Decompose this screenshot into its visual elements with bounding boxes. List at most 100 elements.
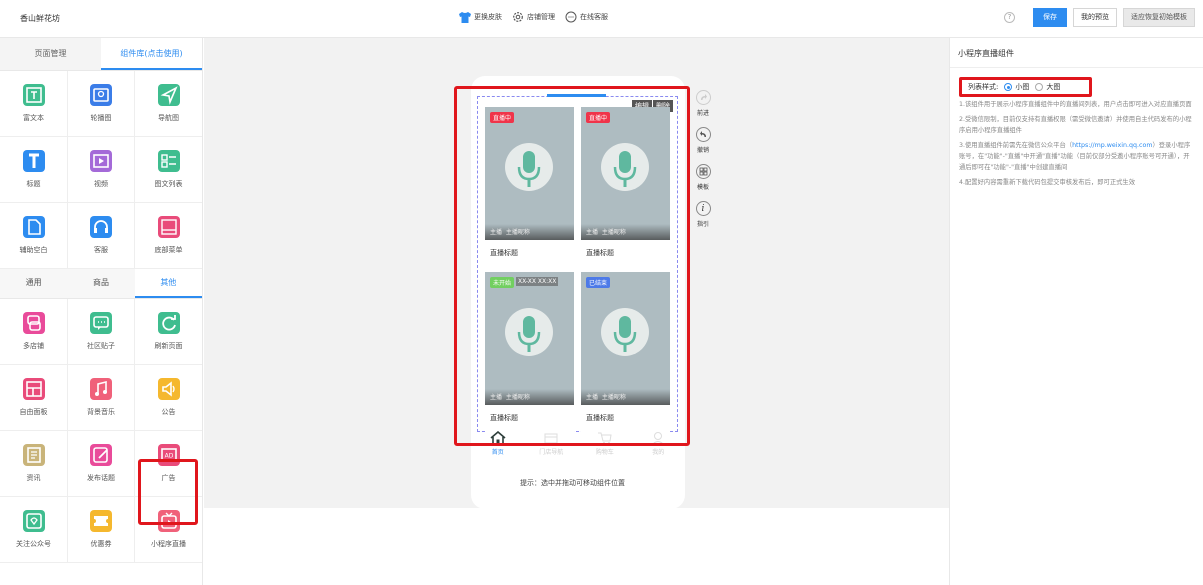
component-refresh[interactable]: 刷新页面: [135, 299, 202, 365]
news-icon: [22, 444, 45, 466]
refresh-icon: [157, 312, 180, 334]
component-label: 图文列表: [154, 180, 183, 188]
shirt-icon: [459, 11, 471, 23]
top-bar: 香山鲜花坊 更换皮肤 店铺管理 在线客服 ? 保存 我的预览 适应恢复初始模板: [0, 0, 1203, 38]
canvas-side-tools: 前进 撤销 模板 i 指引: [693, 90, 713, 238]
headset-icon: [90, 216, 112, 238]
change-skin-button[interactable]: 更换皮肤: [459, 11, 502, 23]
tab-goods[interactable]: 商品: [67, 269, 135, 298]
tab-page-manage[interactable]: 页面管理: [0, 38, 101, 70]
option-large-label[interactable]: 大图: [1046, 82, 1060, 92]
drag-hint: 提示：选中并拖动可移动组件位置: [520, 479, 625, 487]
my-preview-button[interactable]: 我的预览: [1073, 8, 1117, 27]
navigation-icon: [157, 84, 180, 106]
online-service-button[interactable]: 在线客服: [565, 11, 608, 23]
component-coupon[interactable]: 优惠券: [68, 497, 135, 563]
note-1: 1.该组件用于展示小程序直播组件中的直播间列表，用户点击即可进入对应直播页面: [959, 101, 1192, 108]
top-actions: ? 保存 我的预览 适应恢复初始模板: [1004, 8, 1195, 27]
component-image-list[interactable]: 图文列表: [135, 137, 202, 203]
tool-guide[interactable]: i 指引: [693, 201, 713, 228]
reset-template-button[interactable]: 适应恢复初始模板: [1123, 8, 1195, 27]
note-2: 2.受微信限制，目前仅支持有直播权限（需受微信邀请）并使用自主代码发布的小程序启…: [959, 116, 1192, 134]
component-title[interactable]: 标题: [0, 137, 68, 203]
component-label: 富文本: [23, 114, 44, 122]
note-4: 4.配置好内容需重新下载代码包提交审核发布后，即可正式生效: [959, 179, 1136, 186]
component-label: 公告: [161, 408, 176, 416]
redo-icon: [695, 90, 711, 105]
component-label: 多店铺: [23, 342, 44, 350]
multi-store-icon: [22, 312, 45, 334]
follow-icon: [22, 510, 45, 532]
announcement-icon: [157, 378, 180, 400]
component-label: 刷新页面: [154, 342, 183, 350]
free-panel-icon: [22, 378, 45, 400]
component-label: 轮播图: [90, 114, 112, 122]
component-label: 背景音乐: [87, 408, 115, 416]
info-icon: i: [695, 201, 711, 216]
component-community[interactable]: 社区贴子: [68, 299, 135, 365]
component-label: 社区贴子: [87, 342, 115, 350]
component-label: 辅助空白: [19, 246, 48, 254]
carousel-icon: [90, 84, 112, 106]
rich-text-icon: [22, 84, 45, 106]
component-blank[interactable]: 辅助空白: [0, 203, 68, 269]
tool-undo-label: 撤销: [696, 147, 709, 154]
component-carousel[interactable]: 轮播图: [68, 71, 135, 137]
save-button[interactable]: 保存: [1033, 8, 1067, 27]
component-follow[interactable]: 关注公众号: [0, 497, 68, 563]
radio-large-image[interactable]: [1035, 83, 1044, 91]
component-bottom-menu[interactable]: 底部菜单: [135, 203, 202, 269]
tool-template[interactable]: 模板: [693, 164, 713, 191]
nav-mine-label: 我的: [652, 449, 665, 456]
radio-small-image[interactable]: [1004, 83, 1013, 91]
note-3-start: 3.使用直播组件前需先在微信公众平台（: [959, 142, 1073, 149]
component-label: 小程序直播: [151, 540, 186, 548]
highlight-live-component: [138, 459, 198, 525]
component-free-panel[interactable]: 自由面板: [0, 365, 68, 431]
component-label: 底部菜单: [154, 246, 183, 254]
usage-notes: 1.该组件用于展示小程序直播组件中的直播间列表，用户点击即可进入对应直播页面 2…: [959, 99, 1195, 192]
component-edit-topic[interactable]: 发布话题: [68, 431, 135, 497]
undo-icon: [695, 127, 711, 142]
nav-cart-label: 购物车: [595, 449, 614, 456]
tool-forward[interactable]: 前进: [693, 90, 713, 117]
help-icon[interactable]: ?: [1004, 12, 1015, 23]
change-skin-label: 更换皮肤: [474, 13, 502, 21]
component-label: 资讯: [26, 474, 41, 482]
blank-icon: [22, 216, 45, 238]
component-label: 视频: [94, 180, 108, 188]
bottom-menu-icon: [157, 216, 180, 238]
component-news[interactable]: 资讯: [0, 431, 68, 497]
component-rich-text[interactable]: 富文本: [0, 71, 68, 137]
option-small-label[interactable]: 小图: [1015, 82, 1029, 92]
component-label: 标题: [26, 180, 41, 188]
component-navigation[interactable]: 导航图: [135, 71, 202, 137]
component-label: 优惠券: [90, 540, 112, 548]
wechat-platform-link[interactable]: https://mp.weixin.qq.com: [1072, 142, 1152, 149]
tool-forward-label: 前进: [696, 110, 709, 117]
video-icon: [90, 150, 112, 172]
component-video[interactable]: 视频: [68, 137, 135, 203]
tab-other[interactable]: 其他: [134, 269, 202, 298]
chat-bubble-icon: [565, 11, 577, 23]
component-multi-store[interactable]: 多店铺: [0, 299, 68, 365]
edit-topic-icon: [90, 444, 112, 466]
store-manage-button[interactable]: 店铺管理: [512, 11, 555, 23]
component-category-tabs: 通用 商品 其他: [0, 269, 202, 299]
image-list-icon: [157, 150, 180, 172]
component-headset[interactable]: 客服: [68, 203, 135, 269]
component-label: 客服: [94, 246, 108, 254]
music-icon: [90, 378, 112, 400]
list-style-label: 列表样式:: [968, 83, 999, 91]
component-announcement[interactable]: 公告: [135, 365, 202, 431]
tab-component-library[interactable]: 组件库(点击使用): [101, 38, 202, 70]
component-music[interactable]: 背景音乐: [68, 365, 135, 431]
tool-undo[interactable]: 撤销: [693, 127, 713, 154]
panel-title: 小程序直播组件: [950, 38, 1203, 68]
gear-icon: [513, 12, 523, 22]
tool-guide-label: 指引: [696, 221, 709, 228]
highlight-live-preview: [454, 86, 690, 446]
tab-general[interactable]: 通用: [0, 269, 68, 298]
nav-home-label: 首页: [491, 449, 504, 456]
template-icon: [695, 164, 711, 179]
